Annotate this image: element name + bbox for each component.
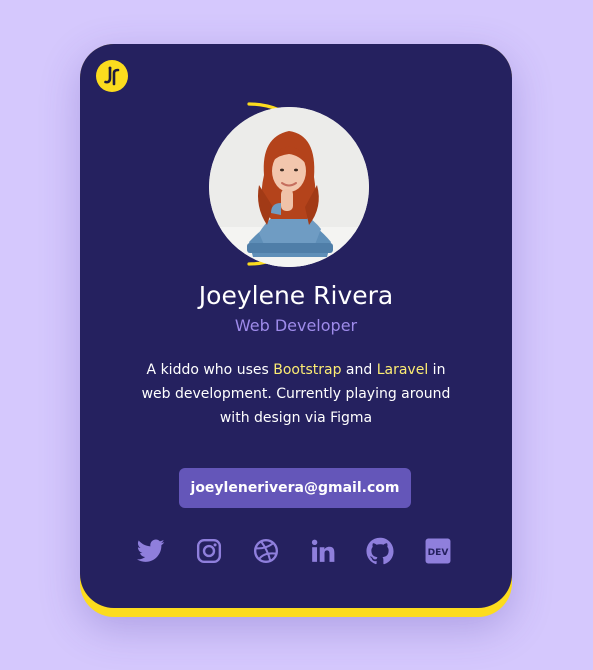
- linkedin-link[interactable]: [308, 536, 338, 566]
- dev-link[interactable]: DEV: [423, 536, 453, 566]
- dribbble-link[interactable]: [251, 536, 281, 566]
- logo-badge: [96, 60, 128, 92]
- bio-highlight-laravel: Laravel: [376, 362, 429, 378]
- twitter-icon: [137, 539, 165, 562]
- linkedin-icon: [311, 539, 335, 562]
- instagram-link[interactable]: [194, 536, 224, 566]
- instagram-icon: [196, 538, 222, 564]
- github-icon: [366, 537, 394, 565]
- profile-bio: A kiddo who uses Bootstrap and Laravel i…: [138, 358, 454, 430]
- bio-text: A kiddo who uses: [146, 362, 274, 378]
- bio-text: and: [341, 362, 377, 378]
- profile-role: Web Developer: [234, 316, 358, 335]
- social-links: DEV: [136, 536, 456, 570]
- github-link[interactable]: [365, 536, 395, 566]
- bio-highlight-bootstrap: Bootstrap: [273, 362, 342, 378]
- profile-card: Joeylene Rivera Web Developer A kiddo wh…: [80, 44, 512, 608]
- avatar-photo: [209, 107, 369, 267]
- email-button[interactable]: joeylenerivera@gmail.com: [179, 468, 411, 508]
- dev-icon: DEV: [425, 538, 451, 564]
- profile-card-frame: Joeylene Rivera Web Developer A kiddo wh…: [80, 44, 512, 617]
- dev-icon-label: DEV: [428, 548, 449, 558]
- jr-logo-icon: [104, 66, 120, 86]
- twitter-link[interactable]: [136, 536, 166, 566]
- profile-name: Joeylene Rivera: [198, 281, 394, 310]
- avatar: [209, 107, 369, 267]
- dribbble-icon: [253, 538, 279, 564]
